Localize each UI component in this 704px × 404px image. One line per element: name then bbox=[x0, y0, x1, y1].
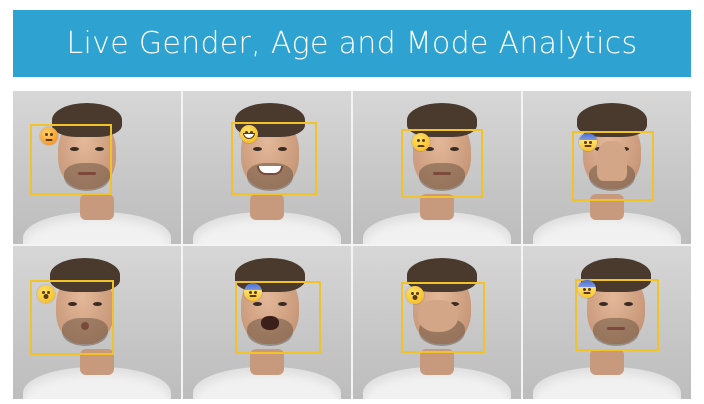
face-tile bbox=[183, 91, 351, 244]
face-tile bbox=[353, 246, 521, 399]
face-tile bbox=[13, 246, 181, 399]
title-banner: Live Gender, Age and Mode Analytics bbox=[13, 10, 691, 77]
banner-title: Live Gender, Age and Mode Analytics bbox=[66, 26, 638, 61]
face-grid bbox=[13, 91, 691, 399]
angry-icon bbox=[40, 127, 58, 145]
face-tile bbox=[523, 246, 691, 399]
face-tile bbox=[13, 91, 181, 244]
face-tile bbox=[523, 91, 691, 244]
fearful-icon bbox=[579, 133, 597, 151]
face-tile bbox=[183, 246, 351, 399]
neck bbox=[80, 194, 114, 220]
grinning-icon bbox=[240, 125, 258, 143]
surprised-icon bbox=[406, 286, 424, 304]
surprised-icon bbox=[37, 285, 55, 303]
fearful-icon bbox=[244, 283, 262, 301]
face-tile bbox=[353, 91, 521, 244]
fearful-icon bbox=[578, 280, 596, 298]
sad-icon bbox=[412, 133, 430, 151]
